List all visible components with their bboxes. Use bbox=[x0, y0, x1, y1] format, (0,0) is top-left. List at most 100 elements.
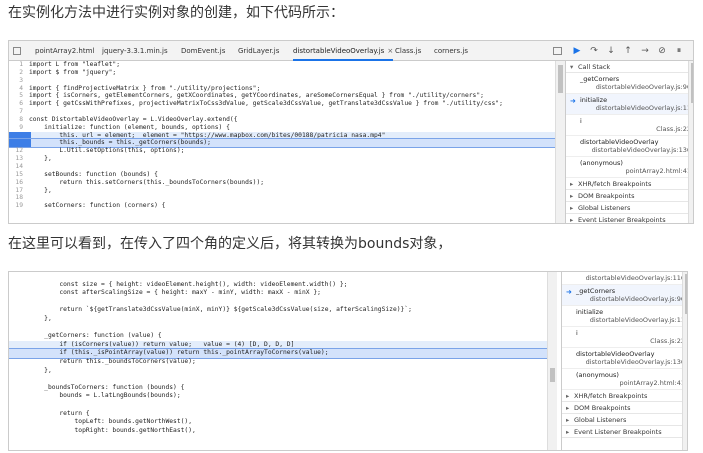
code-text: return this.setCorners(this._boundsToCor… bbox=[29, 178, 265, 186]
call-stack-header[interactable]: ▾ Call Stack bbox=[566, 61, 693, 73]
frame-location[interactable]: Class.js:22 bbox=[580, 125, 691, 133]
frame-location[interactable]: distortableVideoOverlay.js:136 bbox=[576, 358, 685, 366]
tab-jquery[interactable]: jquery-3.3.1.min.js bbox=[102, 41, 168, 61]
call-frame[interactable]: distortableVideoOverlay distortableVideoO… bbox=[566, 136, 693, 157]
code-line: topRight: bounds.getNorthEast(), bbox=[9, 427, 547, 436]
step-out-icon[interactable]: ↑ bbox=[623, 46, 633, 56]
frame-function-name: (anonymous) bbox=[580, 159, 623, 167]
scrollbar-thumb[interactable] bbox=[691, 63, 693, 103]
code-line: 13 }, bbox=[9, 155, 555, 163]
line-number[interactable]: 1 bbox=[9, 61, 29, 69]
breakpoint-marker[interactable] bbox=[9, 139, 31, 148]
code-text: setBounds: function (bounds) { bbox=[29, 170, 158, 178]
code-editor[interactable]: 1 import L from "leaflet"; 2 import $ from … bbox=[9, 61, 556, 223]
section-title: DOM Breakpoints bbox=[574, 404, 631, 412]
code-text: import { getCssWithPrefixes, projectiveM… bbox=[29, 100, 503, 108]
sidebar-scrollbar[interactable] bbox=[682, 272, 687, 450]
sidebar-scrollbar[interactable] bbox=[688, 61, 693, 223]
call-frame[interactable]: distortableVideoOverlay.js:116 bbox=[562, 272, 687, 285]
frame-location[interactable]: pointArray2.html:41 bbox=[576, 379, 685, 387]
frame-location[interactable]: distortableVideoOverlay.js:116 bbox=[576, 274, 685, 282]
frame-location[interactable]: distortableVideoOverlay.js:96 bbox=[580, 83, 691, 91]
debugger-sidebar: distortableVideoOverlay.js:116 ➜ _getCorne… bbox=[561, 272, 687, 450]
code-line: }, bbox=[9, 367, 547, 376]
frame-location[interactable]: distortableVideoOverlay.js:11 bbox=[580, 104, 691, 112]
line-number[interactable]: 9 bbox=[9, 124, 29, 132]
call-frame[interactable]: i Class.js:22 bbox=[566, 115, 693, 136]
pause-on-exceptions-icon[interactable]: ⏸ bbox=[674, 46, 684, 56]
editor-scrollbar[interactable] bbox=[547, 272, 557, 450]
call-frame[interactable]: (anonymous) pointArray2.html:41 bbox=[566, 157, 693, 178]
code-line: 18 bbox=[9, 194, 555, 202]
tab-pointarray2[interactable]: pointArray2.html bbox=[35, 41, 94, 61]
editor-scrollbar[interactable] bbox=[555, 61, 565, 223]
line-number[interactable]: 19 bbox=[9, 202, 29, 210]
sidebar-section[interactable]: ▸ Event Listener Breakpoints bbox=[562, 426, 687, 438]
section-title: DOM Breakpoints bbox=[578, 192, 635, 200]
sidebar-section[interactable]: ▸ Global Listeners bbox=[566, 202, 693, 214]
line-number[interactable]: 13 bbox=[9, 155, 29, 163]
call-frame[interactable]: (anonymous) pointArray2.html:41 bbox=[562, 369, 687, 390]
line-number[interactable]: 14 bbox=[9, 163, 29, 171]
code-text: }, bbox=[29, 314, 52, 322]
sidebar-section[interactable]: ▸ Global Listeners bbox=[562, 414, 687, 426]
tab-class[interactable]: Class.js bbox=[395, 41, 421, 61]
current-frame-arrow-icon: ➜ bbox=[570, 97, 576, 105]
line-number[interactable]: 15 bbox=[9, 171, 29, 179]
sidebar-section[interactable]: ▸ XHR/fetch Breakpoints bbox=[566, 178, 693, 190]
sidebar-section[interactable]: ▸ DOM Breakpoints bbox=[562, 402, 687, 414]
line-number[interactable]: 3 bbox=[9, 77, 29, 85]
line-number[interactable]: 16 bbox=[9, 179, 29, 187]
code-text: initialize: function (element, bounds, o… bbox=[29, 123, 230, 131]
frame-location[interactable]: distortableVideoOverlay.js:11 bbox=[576, 316, 685, 324]
sidebar-section[interactable]: ▸ XHR/fetch Breakpoints bbox=[562, 390, 687, 402]
scrollbar-thumb[interactable] bbox=[685, 274, 687, 314]
line-number[interactable]: 12 bbox=[9, 147, 29, 155]
line-number[interactable]: 6 bbox=[9, 100, 29, 108]
step-icon[interactable]: → bbox=[640, 46, 650, 56]
line-number[interactable]: 2 bbox=[9, 69, 29, 77]
code-line: 16 return this.setCorners(this._boundsTo… bbox=[9, 179, 555, 187]
frame-location[interactable]: pointArray2.html:41 bbox=[580, 167, 691, 175]
call-frame[interactable]: ➜ _getCorners distortableVideoOverlay.js:9… bbox=[562, 285, 687, 306]
code-editor[interactable]: const size = { height: videoElement.heig… bbox=[9, 272, 548, 450]
frame-function-name: initialize bbox=[580, 96, 608, 104]
frame-location[interactable]: distortableVideoOverlay.js:136 bbox=[580, 146, 691, 154]
tab-label: corners.js bbox=[434, 47, 468, 55]
call-frame[interactable]: ➜ initialize distortableVideoOverlay.js:11 bbox=[566, 94, 693, 115]
deactivate-breakpoints-icon[interactable]: ⊘ bbox=[657, 46, 667, 56]
step-over-icon[interactable]: ↷ bbox=[589, 46, 599, 56]
line-number[interactable]: 7 bbox=[9, 108, 29, 116]
scrollbar-thumb[interactable] bbox=[558, 65, 563, 93]
line-number[interactable]: 17 bbox=[9, 187, 29, 195]
sidebar-section[interactable]: ▸ DOM Breakpoints bbox=[566, 190, 693, 202]
current-execution-line: 11 this._bounds = this._getCorners(bound… bbox=[9, 138, 556, 149]
frame-location[interactable]: distortableVideoOverlay.js:96 bbox=[576, 295, 685, 303]
resume-icon[interactable]: ▶ bbox=[572, 46, 582, 56]
call-frame[interactable]: distortableVideoOverlay distortableVideoO… bbox=[562, 348, 687, 369]
tab-corners[interactable]: corners.js bbox=[434, 41, 468, 61]
tab-distortablevideooverlay[interactable]: distortableVideoOverlay.js × bbox=[293, 41, 394, 61]
close-tab-icon[interactable]: × bbox=[387, 47, 393, 55]
tab-gridlayer[interactable]: GridLayer.js bbox=[238, 41, 279, 61]
scrollbar-thumb[interactable] bbox=[550, 368, 555, 382]
toggle-debugger-icon[interactable] bbox=[553, 47, 562, 55]
tab-label: distortableVideoOverlay.js bbox=[293, 47, 385, 55]
toggle-navigator-icon[interactable] bbox=[13, 47, 21, 55]
frame-location[interactable]: Class.js:22 bbox=[576, 337, 685, 345]
breakpoint-marker[interactable] bbox=[9, 131, 31, 140]
tab-label: Class.js bbox=[395, 47, 422, 55]
tab-domevent[interactable]: DomEvent.js bbox=[181, 41, 225, 61]
frame-function-name: _getCorners bbox=[580, 75, 620, 83]
call-frame[interactable]: initialize distortableVideoOverlay.js:11 bbox=[562, 306, 687, 327]
code-text: import { findProjectiveMatrix } from "./… bbox=[29, 84, 261, 92]
line-number[interactable]: 5 bbox=[9, 92, 29, 100]
line-number[interactable]: 8 bbox=[9, 116, 29, 124]
sidebar-section[interactable]: ▸ Event Listener Breakpoints bbox=[566, 214, 693, 223]
line-number[interactable]: 4 bbox=[9, 85, 29, 93]
code-text: setCorners: function (corners) { bbox=[29, 202, 166, 210]
call-frame[interactable]: i Class.js:22 bbox=[562, 327, 687, 348]
line-number[interactable]: 18 bbox=[9, 194, 29, 202]
step-into-icon[interactable]: ↓ bbox=[606, 46, 616, 56]
call-frame[interactable]: _getCorners distortableVideoOverlay.js:96 bbox=[566, 73, 693, 94]
